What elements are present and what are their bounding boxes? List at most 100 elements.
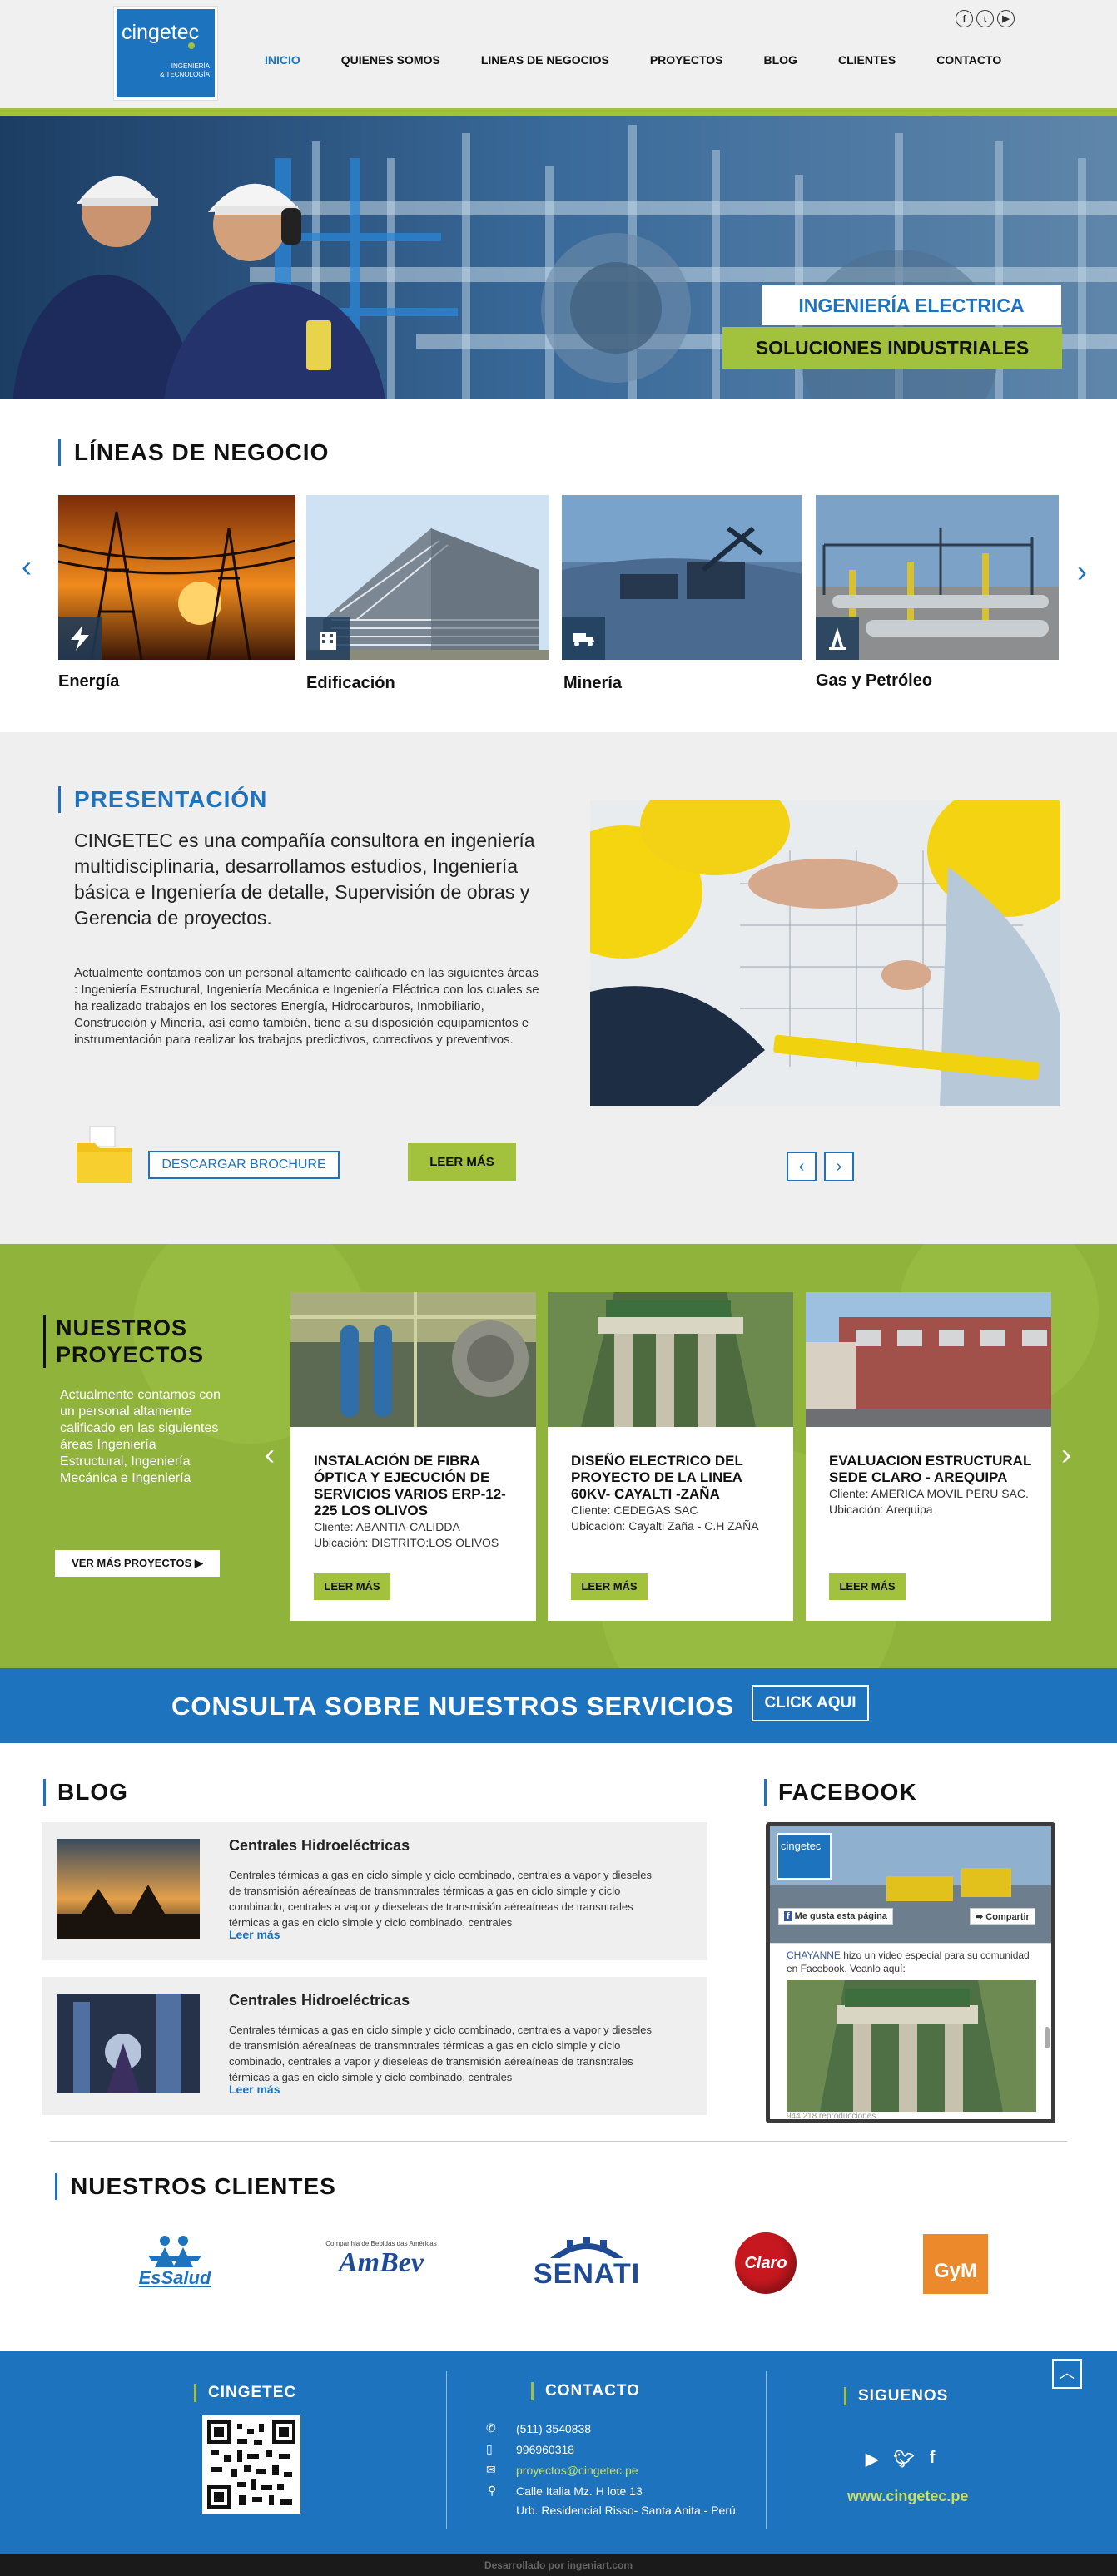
presentacion-next-button[interactable]: ›	[824, 1152, 854, 1181]
consulta-text: CONSULTA SOBRE NUESTROS SERVICIOS	[171, 1692, 735, 1721]
project-3-read-more-button[interactable]: LEER MÁS	[829, 1573, 906, 1600]
twitter-icon[interactable]: t	[976, 10, 994, 27]
lineas-next-arrow[interactable]: ›	[1077, 554, 1087, 589]
blog-post-2-title[interactable]: Centrales Hidroeléctricas	[229, 1992, 410, 2009]
proyectos-prev-arrow[interactable]: ‹	[265, 1437, 275, 1472]
client-logo-ambev[interactable]: Companhia de Bebidas das Américas AmBev	[323, 2240, 439, 2290]
folder-icon	[75, 1125, 133, 1185]
project-3-image	[806, 1292, 1051, 1427]
biz-label-energia: Energía	[58, 672, 120, 691]
project-card-2[interactable]: DISEÑO ELECTRICO DEL PROYECTO DE LA LINE…	[548, 1292, 793, 1621]
clientes-title: NUESTROS CLIENTES	[55, 2173, 336, 2200]
facebook-icon[interactable]: f	[930, 2449, 936, 2469]
play-arrow-icon: ▶	[194, 1557, 203, 1569]
cingetec-logo[interactable]: cingetec INGENIERÍA & TECNOLOGÍA	[114, 7, 217, 100]
facebook-title: FACEBOOK	[764, 1779, 917, 1806]
blog-post-1-read-more-link[interactable]: Leer más	[229, 1928, 280, 1941]
nav-inicio[interactable]: INICIO	[265, 53, 300, 67]
click-aqui-button[interactable]: CLICK AQUI	[752, 1685, 869, 1721]
project-1-image	[290, 1292, 536, 1427]
presentacion-lead: CINGETEC es una compañía consultora en i…	[74, 830, 535, 929]
facebook-icon[interactable]: f	[956, 10, 973, 27]
facebook-share-button[interactable]: ➦ Compartir	[970, 1908, 1035, 1925]
divider	[50, 2141, 1067, 2142]
presentacion-prev-button[interactable]: ‹	[787, 1152, 817, 1181]
mail-icon: ✉	[486, 2463, 496, 2476]
location-pin-icon: ⚲	[488, 2484, 497, 2497]
facebook-post-text: CHAYANNE hizo un video especial para su …	[787, 1949, 1030, 1974]
biz-label-gas-petroleo: Gas y Petróleo	[816, 671, 933, 690]
blog-post-2-excerpt: Centrales térmicas a gas en ciclo simple…	[229, 2024, 652, 2083]
presentacion-read-more-button[interactable]: LEER MÁS	[408, 1143, 516, 1181]
facebook-like-button[interactable]: f Me gusta esta página	[778, 1908, 893, 1925]
lineas-title: LÍNEAS DE NEGOCIO	[58, 439, 329, 466]
facebook-f-icon: f	[784, 1911, 792, 1921]
facebook-views: 944.218 reproducciones	[787, 2112, 876, 2121]
logo-tagline: INGENIERÍA & TECNOLOGÍA	[160, 62, 210, 78]
proyectos-next-arrow[interactable]: ›	[1061, 1437, 1071, 1472]
hero-tag-soluciones: SOLUCIONES INDUSTRIALES	[722, 327, 1062, 369]
nav-lineas-de-negocios[interactable]: LINEAS DE NEGOCIOS	[481, 53, 609, 67]
mining-truck-icon	[562, 617, 605, 660]
project-2-read-more-button[interactable]: LEER MÁS	[571, 1573, 648, 1600]
footer-cingetec-title: CINGETEC	[194, 2384, 296, 2402]
blog-post-1[interactable]: Centrales Hidroeléctricas Centrales térm…	[42, 1822, 707, 1960]
qr-code[interactable]	[202, 2415, 300, 2514]
client-logo-senati[interactable]: SENATI	[534, 2237, 640, 2295]
facebook-scrollbar[interactable]	[1045, 2027, 1050, 2048]
footer-siguenos-title: SIGUENOS	[844, 2387, 948, 2405]
facebook-page-logo: cingetec	[777, 1833, 832, 1880]
oil-rig-icon	[816, 617, 859, 660]
senati-gear-icon	[550, 2237, 623, 2258]
site-header: cingetec INGENIERÍA & TECNOLOGÍA INICIO …	[0, 0, 1117, 108]
client-logo-essalud[interactable]: EsSalud	[132, 2234, 218, 2292]
biz-card-gas-petroleo[interactable]	[816, 495, 1059, 660]
footer-social: ▶ 🐦︎ f	[866, 2449, 935, 2469]
facebook-video[interactable]	[787, 1980, 1036, 2112]
header-social: f t ▶	[956, 10, 1015, 27]
footer-address-1: Calle Italia Mz. H lote 13	[516, 2484, 643, 2498]
building-icon	[306, 617, 350, 660]
twitter-icon[interactable]: 🐦︎	[893, 2449, 914, 2469]
presentacion-title: PRESENTACIÓN	[58, 786, 267, 813]
proyectos-description: Actualmente contamos con un personal alt…	[60, 1388, 221, 1485]
consulta-banner: CONSULTA SOBRE NUESTROS SERVICIOS CLICK …	[0, 1668, 1117, 1743]
client-logo-gym[interactable]: GyM	[923, 2234, 988, 2294]
biz-card-energia[interactable]	[58, 495, 295, 660]
blog-post-1-title[interactable]: Centrales Hidroeléctricas	[229, 1837, 410, 1855]
project-card-3[interactable]: EVALUACION ESTRUCTURAL SEDE CLARO - AREQ…	[806, 1292, 1051, 1621]
client-logo-claro[interactable]: Claro	[735, 2232, 797, 2294]
facebook-widget[interactable]: cingetec f Me gusta esta página ➦ Compart…	[766, 1822, 1055, 2123]
nav-proyectos[interactable]: PROYECTOS	[650, 53, 723, 67]
biz-label-edificacion: Edificación	[306, 674, 395, 692]
lineas-prev-arrow[interactable]: ‹	[22, 549, 32, 584]
footer-phone: (511) 3540838	[516, 2422, 592, 2435]
nav-contacto[interactable]: CONTACTO	[936, 53, 1001, 67]
footer-email[interactable]: proyectos@cingetec.pe	[516, 2463, 638, 2478]
blog-post-2-read-more-link[interactable]: Leer más	[229, 2083, 280, 2096]
youtube-icon[interactable]: ▶	[866, 2449, 878, 2469]
see-more-projects-button[interactable]: VER MÁS PROYECTOS ▶	[55, 1550, 220, 1577]
blog-post-1-excerpt: Centrales térmicas a gas en ciclo simple…	[229, 1869, 652, 1929]
project-1-read-more-button[interactable]: LEER MÁS	[314, 1573, 390, 1600]
biz-card-mineria[interactable]	[562, 495, 802, 660]
presentacion-body: Actualmente contamos con un personal alt…	[74, 966, 539, 1047]
nav-clientes[interactable]: CLIENTES	[838, 53, 896, 67]
project-1-title: INSTALACIÓN DE FIBRA ÓPTICA Y EJECUCIÓN …	[314, 1453, 506, 1549]
blog-post-2[interactable]: Centrales Hidroeléctricas Centrales térm…	[42, 1977, 707, 2115]
blog-title: BLOG	[43, 1779, 128, 1806]
download-brochure-button[interactable]: DESCARGAR BROCHURE	[148, 1151, 340, 1179]
project-card-1[interactable]: INSTALACIÓN DE FIBRA ÓPTICA Y EJECUCIÓN …	[290, 1292, 536, 1621]
biz-card-edificacion[interactable]	[306, 495, 549, 660]
back-to-top-button[interactable]: ︿	[1052, 2359, 1082, 2389]
biz-label-mineria: Minería	[563, 674, 623, 692]
youtube-icon[interactable]: ▶	[997, 10, 1015, 27]
footer-website[interactable]: www.cingetec.pe	[847, 2488, 968, 2505]
nav-quienes-somos[interactable]: QUIENES SOMOS	[341, 53, 440, 67]
logo-word: cingetec	[122, 21, 200, 44]
hero-tag-ingenieria: INGENIERÍA ELECTRICA	[762, 285, 1061, 325]
main-nav: INICIO QUIENES SOMOS LINEAS DE NEGOCIOS …	[265, 53, 1001, 67]
nav-blog[interactable]: BLOG	[764, 53, 797, 67]
site-footer: ︿ CINGETEC CONTACTO ✆ (511) 3540838 ▯ 99…	[0, 2351, 1117, 2554]
footer-credit[interactable]: Desarrollado por ingeniart.com	[0, 2554, 1117, 2576]
